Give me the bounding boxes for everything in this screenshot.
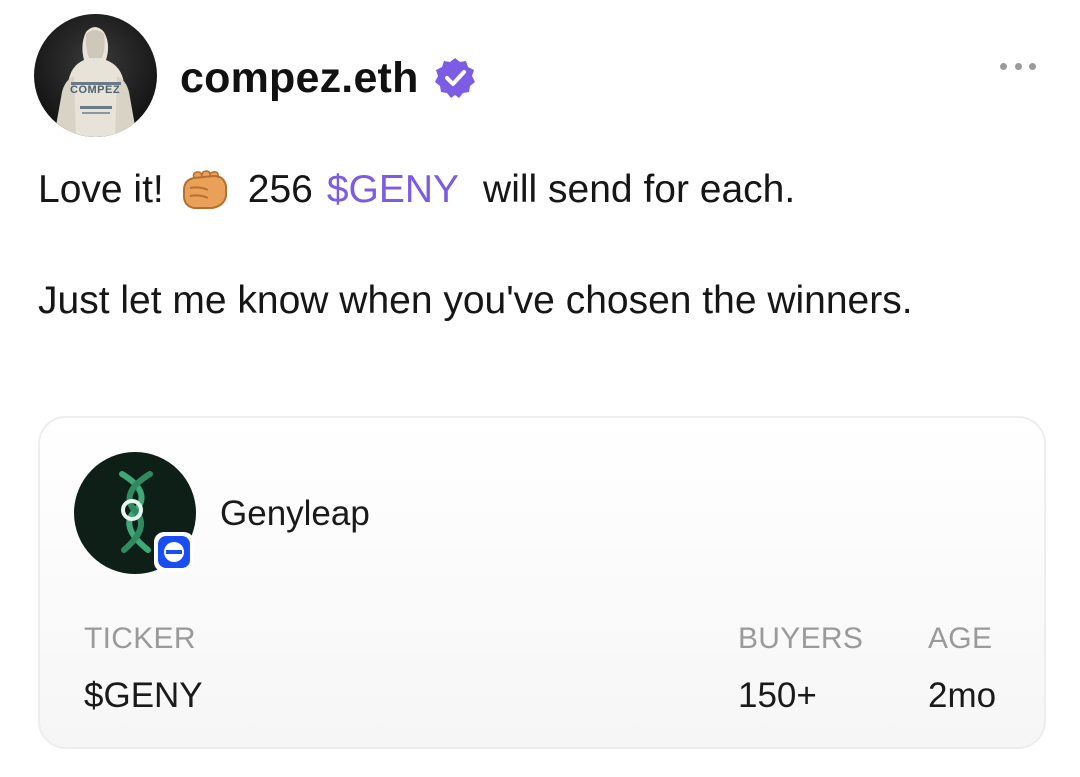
cast-text: Love it! 256 $GENY will send for each. J… xyxy=(38,162,1018,329)
buyers-label: BUYERS xyxy=(738,622,864,655)
cast-paragraph-2: Just let me know when you've chosen the … xyxy=(38,279,913,322)
token-name: Genyleap xyxy=(220,494,370,533)
more-dot xyxy=(1000,62,1007,70)
author-row: compez.eth xyxy=(180,48,477,108)
ticker-label: TICKER xyxy=(84,622,196,655)
age-value: 2mo xyxy=(928,676,997,715)
age-label: AGE xyxy=(928,622,993,655)
base-chain-icon xyxy=(154,532,194,572)
cast-text-end: will send for each. xyxy=(483,168,796,211)
ticker-value: $GENY xyxy=(84,676,203,715)
buyers-value: 150+ xyxy=(738,676,817,715)
avatar-hoodie-text: COMPEZ xyxy=(70,84,121,96)
more-dot xyxy=(1014,62,1022,70)
hoodie-avatar-icon xyxy=(54,27,137,137)
oncoming-fist-emoji-icon xyxy=(180,168,230,212)
more-dot xyxy=(1029,62,1036,70)
cast-post: COMPEZ compez.eth Love it! 256 $GENY wil… xyxy=(0,0,1080,777)
author-avatar[interactable]: COMPEZ xyxy=(34,14,157,137)
verified-badge-icon xyxy=(433,56,477,100)
cast-text-start: Love it! xyxy=(38,168,164,211)
ticker-mention-link[interactable]: $GENY xyxy=(327,162,459,218)
more-options-icon[interactable] xyxy=(1000,56,1036,76)
cast-amount: 256 xyxy=(247,168,313,211)
token-card[interactable]: Genyleap TICKER $GENY BUYERS 150+ AGE 2m… xyxy=(38,416,1046,749)
cast-line-1: Love it! 256 $GENY will send for each. xyxy=(38,162,1018,218)
author-username[interactable]: compez.eth xyxy=(180,54,419,103)
